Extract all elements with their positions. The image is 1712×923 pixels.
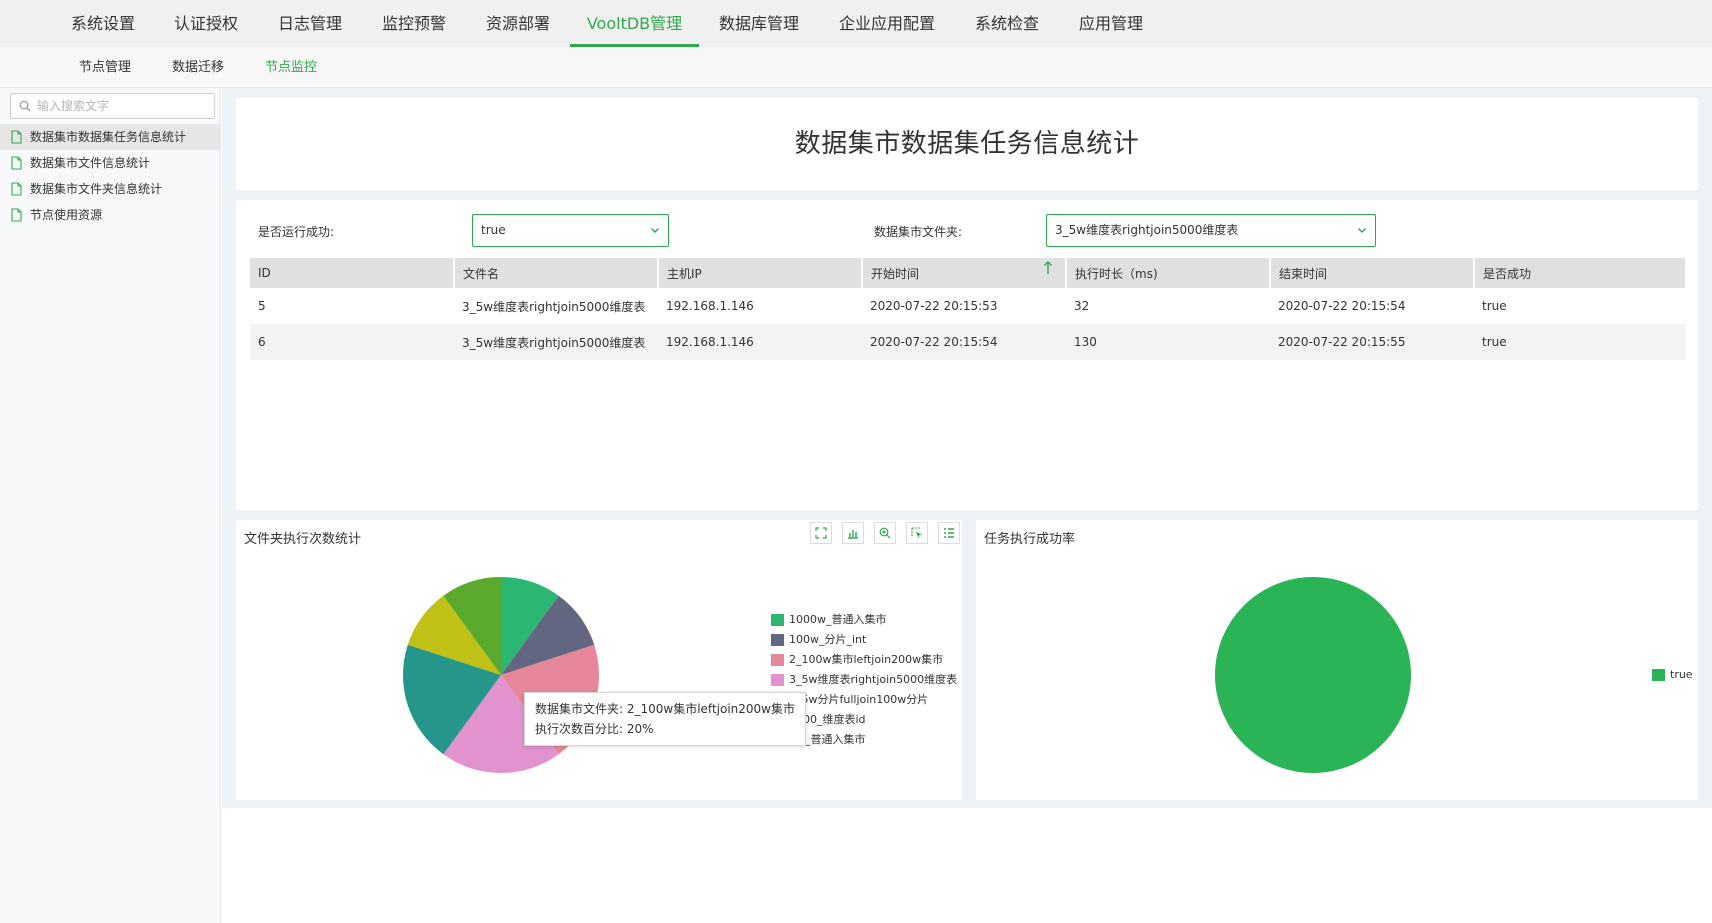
- cell-end-time: 2020-07-22 20:15:54: [1278, 299, 1406, 313]
- folder-select-value: 3_5w维度表rightjoin5000维度表: [1055, 223, 1239, 237]
- sidebar-item-task-stats[interactable]: 数据集市数据集任务信息统计: [0, 124, 220, 150]
- search-input[interactable]: [37, 96, 207, 116]
- tooltip-line-folder: 数据集市文件夹: 2_100w集市leftjoin200w集市: [535, 702, 795, 716]
- sidebar: 数据集市数据集任务信息统计 数据集市文件信息统计 数据集市文件夹信息统计 节点使…: [0, 88, 221, 923]
- search-icon: [19, 100, 31, 112]
- sidebar-item-label: 节点使用资源: [30, 208, 103, 222]
- cell-filename: 3_5w维度表rightjoin5000维度表: [462, 299, 646, 314]
- nav-logs[interactable]: 日志管理: [278, 0, 342, 47]
- table-panel: 是否运行成功: true 数据集市文件夹: 3_5w维度表rightjoin50…: [236, 200, 1698, 510]
- chevron-down-icon: [1358, 228, 1366, 233]
- legend-label: 1000w_普通入集市: [789, 613, 887, 626]
- chevron-down-icon: [651, 228, 659, 233]
- cell-filename: 3_5w维度表rightjoin5000维度表: [454, 324, 658, 360]
- sort-ascending-icon[interactable]: [1043, 261, 1053, 275]
- nav-system-check[interactable]: 系统检查: [975, 0, 1039, 47]
- legend-label: 4_5w分片fulljoin100w分片: [789, 693, 929, 706]
- legend-swatch: [771, 614, 784, 626]
- file-icon: [11, 208, 22, 222]
- pie-tooltip: 数据集市文件夹: 2_100w集市leftjoin200w集市 执行次数百分比:…: [524, 692, 806, 746]
- success-filter-label: 是否运行成功:: [258, 225, 335, 239]
- success-select[interactable]: true: [472, 214, 669, 247]
- table-header-row: ID 文件名 主机IP 开始时间 执行时长（ms) 结束时间 是否成功: [250, 258, 1687, 288]
- cell-duration: 130: [1066, 324, 1270, 360]
- folder-select[interactable]: 3_5w维度表rightjoin5000维度表: [1046, 214, 1376, 247]
- tooltip-line-percent: 执行次数百分比: 20%: [535, 722, 654, 736]
- legend-label: 3_5w维度表rightjoin5000维度表: [789, 673, 958, 686]
- sidebar-item-file-stats[interactable]: 数据集市文件信息统计: [0, 150, 220, 176]
- success-select-value: true: [481, 223, 506, 237]
- top-nav: 系统设置 认证授权 日志管理 监控预警 资源部署 VooltDB管理 数据库管理…: [0, 0, 1712, 47]
- col-header-success[interactable]: 是否成功: [1474, 258, 1687, 288]
- legend-label: 100w_分片_int: [789, 633, 867, 646]
- sidebar-item-label: 数据集市文件夹信息统计: [30, 182, 163, 196]
- cell-host-ip: 192.168.1.146: [658, 324, 862, 360]
- success-pie-slice-0[interactable]: [1215, 577, 1411, 773]
- nav-app-manage[interactable]: 应用管理: [1079, 0, 1143, 47]
- cell-id: 6: [250, 324, 454, 360]
- sidebar-item-label: 数据集市数据集任务信息统计: [30, 130, 187, 144]
- title-panel: 数据集市数据集任务信息统计: [236, 98, 1698, 190]
- sub-nav: 节点管理 数据迁移 节点监控: [0, 47, 1712, 88]
- col-header-host-ip[interactable]: 主机IP: [658, 258, 863, 288]
- success-pie-chart: [1215, 577, 1411, 773]
- legend-swatch: [1652, 669, 1665, 681]
- legend-swatch: [771, 634, 784, 646]
- legend-swatch: [771, 674, 784, 686]
- cell-duration: 32: [1074, 299, 1090, 313]
- subnav-data-migrate[interactable]: 数据迁移: [172, 47, 224, 88]
- file-icon: [11, 182, 22, 196]
- cell-start-time: 2020-07-22 20:15:53: [870, 299, 998, 313]
- cell-start-time: 2020-07-22 20:15:54: [862, 324, 1066, 360]
- col-header-id[interactable]: ID: [250, 258, 455, 288]
- col-header-start-time[interactable]: 开始时间: [862, 258, 1067, 288]
- nav-vooltdb-label: VooltDB管理: [586, 14, 683, 33]
- nav-monitor-alert[interactable]: 监控预警: [382, 0, 446, 47]
- cell-success: true: [1482, 299, 1507, 313]
- nav-auth[interactable]: 认证授权: [174, 0, 238, 47]
- legend-swatch: [771, 654, 784, 666]
- subnav-node-monitor[interactable]: 节点监控: [265, 47, 317, 88]
- cell-success: true: [1474, 324, 1686, 360]
- nav-system-settings[interactable]: 系统设置: [71, 0, 135, 47]
- nav-database[interactable]: 数据库管理: [719, 0, 799, 47]
- main-content: 数据集市数据集任务信息统计 是否运行成功: true 数据集市文件夹: 3_5w…: [222, 88, 1712, 808]
- folder-filter-label: 数据集市文件夹:: [874, 225, 963, 239]
- sidebar-item-label: 数据集市文件信息统计: [30, 156, 151, 170]
- legend-label: 2_100w集市leftjoin200w集市: [789, 653, 944, 666]
- folder-chart-panel: 文件夹执行次数统计 1000w_普通入集市 100w_分片_int 2_100w集市…: [236, 520, 962, 800]
- success-chart-panel: 任务执行成功率 true: [976, 520, 1698, 800]
- search-box: [10, 93, 215, 119]
- col-header-start-time-label: 开始时间: [871, 266, 920, 281]
- sidebar-item-folder-stats[interactable]: 数据集市文件夹信息统计: [0, 176, 220, 202]
- col-header-filename[interactable]: 文件名: [454, 258, 659, 288]
- cell-id: 5: [258, 299, 266, 313]
- col-header-duration[interactable]: 执行时长（ms): [1066, 258, 1271, 288]
- file-icon: [11, 156, 22, 170]
- task-table: ID 文件名 主机IP 开始时间 执行时长（ms) 结束时间 是否成功 5 3_…: [250, 258, 1687, 360]
- nav-vooltdb[interactable]: VooltDB管理: [570, 0, 699, 47]
- subnav-node-manage[interactable]: 节点管理: [79, 47, 131, 88]
- sidebar-item-node-resources[interactable]: 节点使用资源: [0, 202, 220, 228]
- legend-label: true: [1670, 668, 1693, 681]
- cell-host-ip: 192.168.1.146: [666, 299, 754, 313]
- page-title: 数据集市数据集任务信息统计: [794, 129, 1140, 159]
- cell-end-time: 2020-07-22 20:15:55: [1270, 324, 1474, 360]
- table-row[interactable]: 5 3_5w维度表rightjoin5000维度表 192.168.1.146 …: [250, 288, 1686, 324]
- table-row[interactable]: 6 3_5w维度表rightjoin5000维度表 192.168.1.146 …: [250, 324, 1686, 360]
- col-header-end-time[interactable]: 结束时间: [1270, 258, 1475, 288]
- nav-enterprise-app[interactable]: 企业应用配置: [839, 0, 935, 47]
- nav-resource-deploy[interactable]: 资源部署: [486, 0, 550, 47]
- file-icon: [11, 130, 22, 144]
